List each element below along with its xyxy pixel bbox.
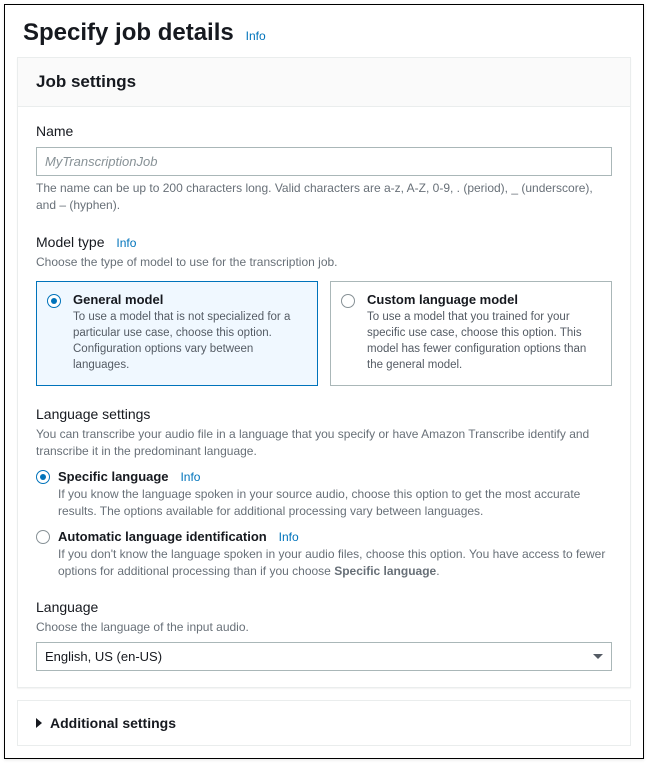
- model-type-label: Model type: [36, 234, 104, 250]
- tile-title: General model: [73, 292, 305, 307]
- language-select[interactable]: English, US (en-US): [36, 642, 612, 671]
- info-link-model-type[interactable]: Info: [116, 236, 136, 250]
- name-hint: The name can be up to 200 characters lon…: [36, 180, 612, 214]
- name-field: Name The name can be up to 200 character…: [36, 123, 612, 214]
- specific-language-radio[interactable]: Specific language Info If you know the l…: [36, 468, 612, 520]
- model-type-general-tile[interactable]: General model To use a model that is not…: [36, 281, 318, 386]
- radio-icon: [36, 530, 50, 544]
- radio-desc: If you know the language spoken in your …: [58, 486, 612, 520]
- radio-title: Automatic language identification: [58, 529, 267, 544]
- info-link-specific-language[interactable]: Info: [180, 470, 200, 484]
- model-type-custom-tile[interactable]: Custom language model To use a model tha…: [330, 281, 612, 386]
- name-input[interactable]: [36, 147, 612, 176]
- job-settings-panel: Job settings Name The name can be up to …: [17, 57, 631, 688]
- radio-title: Specific language: [58, 469, 169, 484]
- language-hint: Choose the language of the input audio.: [36, 619, 612, 636]
- language-settings-label: Language settings: [36, 406, 150, 422]
- expander-title: Additional settings: [50, 715, 176, 731]
- radio-desc: If you don't know the language spoken in…: [58, 546, 612, 580]
- chevron-down-icon: [593, 654, 603, 659]
- chevron-right-icon: [36, 718, 42, 728]
- radio-icon: [47, 294, 61, 308]
- name-label: Name: [36, 123, 612, 139]
- panel-title: Job settings: [36, 72, 612, 92]
- info-link-auto-language[interactable]: Info: [279, 530, 299, 544]
- tile-desc: To use a model that you trained for your…: [367, 309, 599, 373]
- additional-settings-expander[interactable]: Additional settings: [17, 700, 631, 746]
- page-title: Specify job details: [23, 19, 234, 47]
- language-label: Language: [36, 599, 98, 615]
- auto-language-radio[interactable]: Automatic language identification Info I…: [36, 528, 612, 580]
- language-value: English, US (en-US): [45, 649, 162, 664]
- tile-title: Custom language model: [367, 292, 599, 307]
- radio-icon: [36, 470, 50, 484]
- model-type-hint: Choose the type of model to use for the …: [36, 254, 612, 271]
- language-settings-hint: You can transcribe your audio file in a …: [36, 426, 612, 460]
- info-link-header[interactable]: Info: [246, 29, 266, 43]
- tile-desc: To use a model that is not specialized f…: [73, 309, 305, 373]
- radio-icon: [341, 294, 355, 308]
